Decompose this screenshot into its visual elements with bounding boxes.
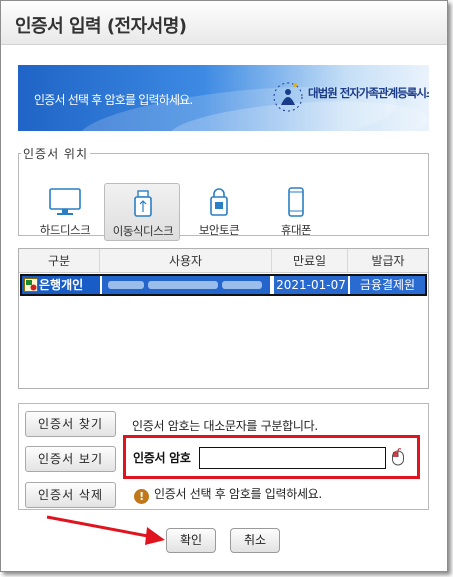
password-label: 인증서 암호 bbox=[133, 451, 191, 465]
warning-icon: ! bbox=[134, 489, 149, 504]
cert-location-legend: 인증서 위치 bbox=[23, 147, 89, 161]
cert-table-header: 구분 사용자 만료일 발급자 bbox=[19, 249, 428, 273]
cell-type-text: 은행개인 bbox=[39, 278, 84, 292]
column-header-type[interactable]: 구분 bbox=[19, 249, 99, 273]
location-harddisk-button[interactable]: 하드디스크 bbox=[27, 183, 103, 241]
location-token-button[interactable]: 보안토큰 bbox=[181, 183, 257, 241]
case-sensitive-hint: 인증서 암호는 대소문자를 구분합니다. bbox=[132, 419, 318, 433]
cell-type: 은행개인 bbox=[22, 276, 100, 294]
certificate-icon bbox=[24, 278, 38, 292]
location-harddisk-label: 하드디스크 bbox=[39, 223, 91, 237]
blurred-text bbox=[108, 281, 144, 289]
delete-cert-button[interactable]: 인증서 삭제 bbox=[25, 482, 116, 508]
confirm-button[interactable]: 확인 bbox=[166, 528, 216, 553]
security-token-icon bbox=[210, 188, 228, 216]
cell-user-blurred bbox=[102, 276, 270, 294]
password-highlight-box: 인증서 암호 bbox=[123, 435, 420, 479]
mouse-keyboard-icon[interactable] bbox=[391, 448, 405, 466]
column-header-issuer[interactable]: 발급자 bbox=[347, 249, 428, 273]
title-bar[interactable]: 인증서 입력 (전자서명) bbox=[1, 1, 447, 45]
cert-action-panel: 인증서 찾기 인증서 보기 인증서 삭제 인증서 암호는 대소문자를 구분합니다… bbox=[18, 403, 429, 510]
location-phone-label: 휴대폰 bbox=[280, 223, 312, 237]
cert-input-dialog: 인증서 입력 (전자서명) 인증서 선택 후 암호를 입력하세요. 대법원 전자… bbox=[0, 0, 448, 572]
court-logo-icon bbox=[273, 82, 303, 112]
cert-table[interactable]: 구분 사용자 만료일 발급자 은행개인 2021-01-07 금융결제원 bbox=[18, 248, 429, 389]
banner-org-name: 대법원 전자가족관계등록시스템 bbox=[308, 86, 429, 100]
blurred-text bbox=[222, 281, 262, 289]
monitor-icon bbox=[49, 188, 81, 215]
location-phone-button[interactable]: 휴대폰 bbox=[258, 183, 334, 241]
phone-icon bbox=[288, 187, 304, 217]
column-header-expiry[interactable]: 만료일 bbox=[271, 249, 347, 273]
column-header-user[interactable]: 사용자 bbox=[99, 249, 271, 273]
blurred-text bbox=[148, 281, 218, 289]
find-cert-button[interactable]: 인증서 찾기 bbox=[25, 411, 116, 437]
location-removable-label: 이동식디스크 bbox=[112, 224, 174, 238]
cell-issuer: 금융결제원 bbox=[350, 276, 425, 294]
password-input[interactable] bbox=[199, 447, 386, 469]
password-warning: ! 인증서 선택 후 암호를 입력하세요. bbox=[134, 485, 322, 504]
table-row[interactable]: 은행개인 2021-01-07 금융결제원 bbox=[20, 274, 427, 296]
location-removable-button[interactable]: 이동식디스크 bbox=[104, 183, 180, 241]
cert-location-group: 인증서 위치 하드디스크 이동식디스크 보안토큰 휴대폰 bbox=[18, 145, 429, 241]
cell-expiry: 2021-01-07 bbox=[274, 276, 348, 294]
password-warning-text: 인증서 선택 후 암호를 입력하세요. bbox=[154, 487, 322, 501]
banner: 인증서 선택 후 암호를 입력하세요. 대법원 전자가족관계등록시스템 bbox=[18, 65, 429, 131]
view-cert-button[interactable]: 인증서 보기 bbox=[25, 446, 116, 472]
usb-icon bbox=[134, 190, 152, 217]
location-token-label: 보안토큰 bbox=[198, 223, 240, 237]
red-arrow-icon bbox=[46, 515, 165, 545]
banner-instruction: 인증서 선택 후 암호를 입력하세요. bbox=[34, 93, 193, 107]
dialog-title: 인증서 입력 (전자서명) bbox=[15, 16, 187, 37]
cancel-button[interactable]: 취소 bbox=[230, 528, 280, 553]
